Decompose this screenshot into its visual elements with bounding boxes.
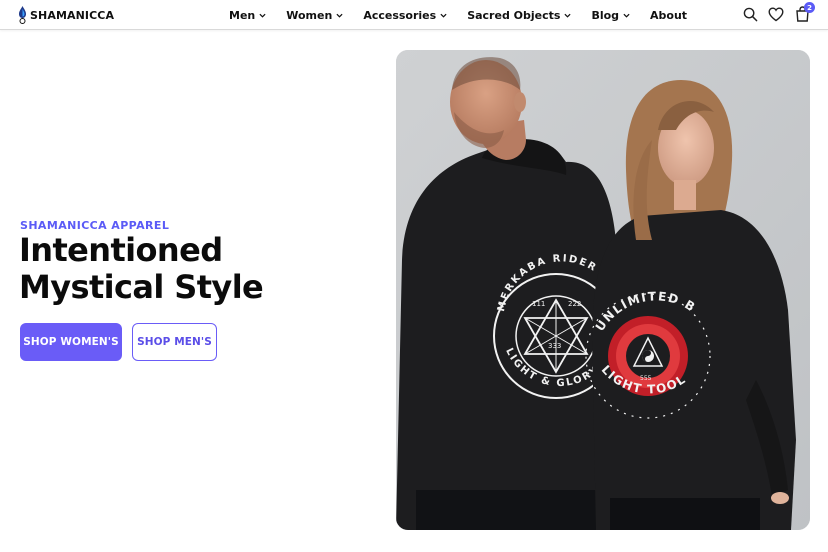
chevron-down-icon (564, 13, 571, 18)
nav-item-men[interactable]: Men (229, 9, 266, 22)
cart-count-badge: 2 (804, 2, 815, 13)
hero-headline: Intentioned Mystical Style (19, 232, 359, 306)
nav-item-label: Men (229, 8, 256, 22)
hero-photo: MERKABA RIDER LIGHT & GLORY 111 222 333 (396, 50, 810, 530)
left-print-number: 222 (568, 300, 581, 308)
chevron-down-icon (259, 13, 266, 18)
nav-item-label: Women (286, 8, 333, 22)
chevron-down-icon (336, 13, 343, 18)
search-icon (743, 7, 757, 21)
nav-item-blog[interactable]: Blog (591, 9, 630, 22)
search-button[interactable] (742, 6, 758, 22)
left-print-number: 333 (548, 342, 561, 350)
left-print-number: 111 (532, 300, 545, 308)
hero-headline-line2: Mystical Style (19, 268, 264, 306)
main-nav: Men Women Accessories Sacred Objects Blo… (229, 0, 687, 30)
site-header: SHAMANICCA Men Women Accessories Sacred … (0, 0, 828, 30)
shop-womens-button[interactable]: SHOP WOMEN'S (20, 323, 122, 361)
feather-droplet-icon (19, 6, 26, 24)
nav-item-label: Sacred Objects (467, 8, 561, 22)
hero-headline-line1: Intentioned (19, 231, 223, 269)
brand-logo[interactable]: SHAMANICCA (18, 6, 114, 24)
chevron-down-icon (623, 13, 630, 18)
nav-item-about[interactable]: About (650, 9, 687, 22)
nav-item-accessories[interactable]: Accessories (363, 9, 447, 22)
header-actions: 2 (742, 2, 815, 22)
heart-icon (768, 6, 784, 21)
wishlist-button[interactable] (768, 6, 784, 22)
right-print-number: 555 (640, 375, 652, 382)
brand-name: SHAMANICCA (30, 8, 115, 22)
chevron-down-icon (440, 13, 447, 18)
nav-item-label: Accessories (363, 8, 437, 22)
shop-mens-button[interactable]: SHOP MEN'S (132, 323, 217, 361)
nav-item-label: Blog (591, 8, 620, 22)
nav-item-women[interactable]: Women (286, 9, 343, 22)
nav-item-sacred-objects[interactable]: Sacred Objects (467, 9, 571, 22)
cart-button[interactable]: 2 (794, 2, 815, 22)
nav-item-label: About (650, 8, 688, 22)
